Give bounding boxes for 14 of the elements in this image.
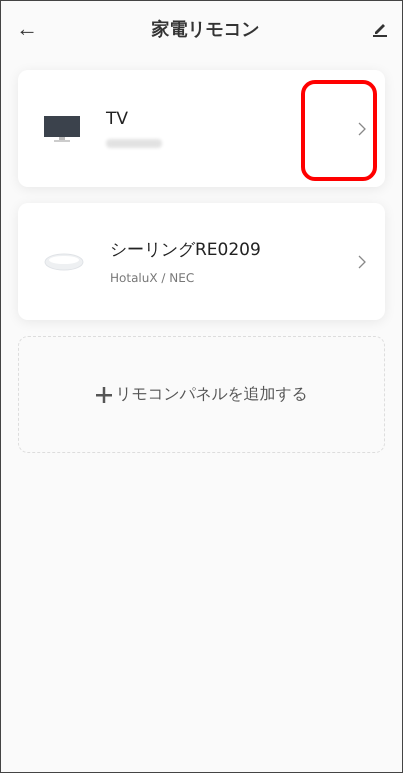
page-title: 家電リモコン: [152, 18, 260, 41]
plus-icon: [96, 386, 112, 402]
back-button[interactable]: ←: [15, 16, 39, 42]
device-name: TV: [106, 109, 130, 129]
edit-icon[interactable]: [372, 21, 388, 37]
device-card[interactable]: TV: [18, 70, 385, 187]
chevron-icon: [357, 254, 367, 270]
add-panel-button[interactable]: リモコンパネルを追加する: [18, 336, 385, 453]
device-name: シーリングRE0209: [110, 239, 262, 261]
ceiling-light-icon: [44, 252, 84, 270]
chevron-icon: [357, 120, 367, 136]
tv-icon: [44, 116, 80, 142]
device-maker: HotaluX / NEC: [110, 271, 196, 285]
device-card[interactable]: シーリングRE0209 HotaluX / NEC: [18, 203, 385, 320]
